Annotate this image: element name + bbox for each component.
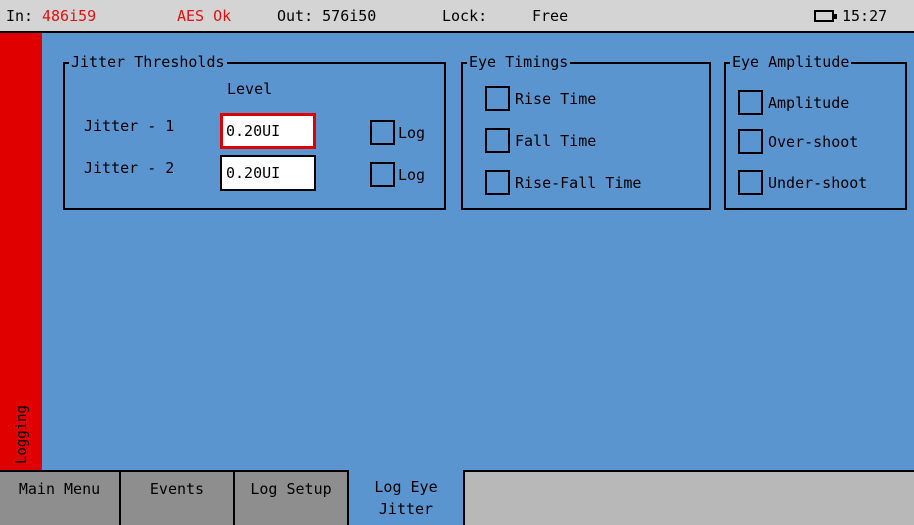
over-shoot-checkbox[interactable] bbox=[738, 129, 763, 154]
jitter-2-log-checkbox[interactable] bbox=[370, 162, 395, 187]
clock: 15:27 bbox=[842, 7, 888, 25]
level-header: Level bbox=[227, 80, 273, 98]
soft-key-menu: Main Menu Events Log Setup Log Eye Jitte… bbox=[0, 470, 914, 525]
jitter-thresholds-group: Jitter Thresholds Level Jitter - 1 0.20U… bbox=[63, 53, 446, 210]
fall-time-checkbox[interactable] bbox=[485, 128, 510, 153]
lock-label: Lock: bbox=[442, 7, 488, 25]
jitter-1-log-label: Log bbox=[398, 124, 426, 142]
amplitude-checkbox[interactable] bbox=[738, 90, 763, 115]
jitter-2-log-label: Log bbox=[398, 166, 426, 184]
battery-icon bbox=[814, 10, 837, 22]
tab-log-eye-jitter[interactable]: Log Eye Jitter bbox=[349, 470, 465, 525]
output-format: Out: 576i50 bbox=[277, 7, 377, 25]
sidebar: Logging bbox=[0, 33, 42, 470]
jitter-2-label: Jitter - 2 bbox=[84, 159, 175, 177]
under-shoot-checkbox[interactable] bbox=[738, 170, 763, 195]
rise-time-checkbox[interactable] bbox=[485, 86, 510, 111]
aes-status: AES Ok bbox=[177, 7, 232, 25]
tab-log-setup[interactable]: Log Setup bbox=[235, 472, 349, 525]
status-bar: In: 486i59 AES Ok Out: 576i50 Lock: Free… bbox=[0, 0, 914, 33]
tab-main-menu[interactable]: Main Menu bbox=[0, 472, 121, 525]
eye-amplitude-group: Eye Amplitude Amplitude Over-shoot Under… bbox=[724, 53, 907, 210]
input-format: 486i59 bbox=[42, 7, 97, 25]
jitter-1-label: Jitter - 1 bbox=[84, 117, 175, 135]
jitter-1-log-checkbox[interactable] bbox=[370, 120, 395, 145]
sidebar-label: Logging bbox=[14, 404, 30, 464]
over-shoot-label: Over-shoot bbox=[768, 133, 859, 151]
under-shoot-label: Under-shoot bbox=[768, 174, 868, 192]
jitter-thresholds-title: Jitter Thresholds bbox=[69, 53, 227, 71]
eye-amplitude-title: Eye Amplitude bbox=[730, 53, 852, 71]
jitter-1-level-input[interactable]: 0.20UI bbox=[220, 113, 316, 149]
rise-fall-time-checkbox[interactable] bbox=[485, 170, 510, 195]
rise-time-label: Rise Time bbox=[515, 90, 597, 108]
tab-events[interactable]: Events bbox=[121, 472, 235, 525]
jitter-2-level-input[interactable]: 0.20UI bbox=[220, 155, 316, 191]
eye-timings-title: Eye Timings bbox=[467, 53, 571, 71]
fall-time-label: Fall Time bbox=[515, 132, 597, 150]
lock-value: Free bbox=[532, 7, 569, 25]
eye-timings-group: Eye Timings Rise Time Fall Time Rise-Fal… bbox=[461, 53, 711, 210]
amplitude-label: Amplitude bbox=[768, 94, 850, 112]
input-label: In: bbox=[6, 7, 34, 25]
rise-fall-time-label: Rise-Fall Time bbox=[515, 174, 642, 192]
